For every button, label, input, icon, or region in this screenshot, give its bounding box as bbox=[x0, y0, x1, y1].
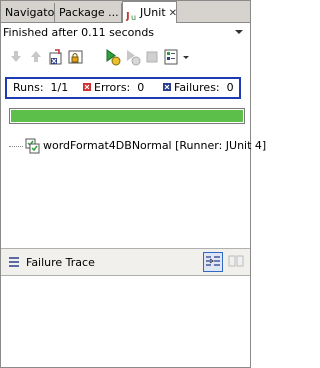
test-suite-passed-icon bbox=[25, 138, 40, 154]
runs-label: Runs: bbox=[13, 81, 44, 94]
errors-counter: Errors: 0 bbox=[83, 79, 144, 97]
tab-junit-label: JUnit bbox=[140, 6, 166, 19]
run-status-text: Finished after 0.11 seconds bbox=[3, 26, 155, 39]
filter-stack-icon bbox=[206, 256, 220, 266]
view-menu-icon[interactable] bbox=[234, 27, 244, 37]
stack-trace-icon bbox=[9, 257, 19, 267]
test-counters-panel: Runs: 1/1 Errors: 0 Failures: 0 bbox=[5, 77, 241, 99]
tab-package-explorer[interactable]: Package ... bbox=[55, 3, 122, 22]
progress-fill bbox=[11, 110, 243, 122]
next-failure-icon[interactable] bbox=[7, 48, 25, 66]
history-dropdown-icon[interactable] bbox=[181, 48, 191, 66]
errors-label: Errors: bbox=[94, 81, 131, 94]
errors-value: 0 bbox=[137, 81, 145, 94]
compare-result-button[interactable] bbox=[227, 252, 247, 272]
stop-icon[interactable] bbox=[143, 48, 161, 66]
previous-failure-icon[interactable] bbox=[27, 48, 45, 66]
test-progress-bar bbox=[9, 108, 245, 124]
runs-value: 1/1 bbox=[50, 81, 69, 94]
junit-icon: Ju bbox=[125, 7, 138, 22]
tab-package-label: Package ... bbox=[59, 6, 119, 19]
junit-view: Navigator Package ... Ju JUnit ✕ Finished… bbox=[0, 0, 266, 368]
test-run-history-icon[interactable] bbox=[163, 48, 181, 66]
filter-stack-trace-button[interactable] bbox=[203, 252, 223, 272]
view-tab-bar: Navigator Package ... Ju JUnit ✕ bbox=[1, 1, 250, 23]
svg-text:J: J bbox=[126, 11, 130, 21]
failures-label: Failures: bbox=[174, 81, 220, 94]
failure-trace-title: Failure Trace bbox=[26, 256, 95, 269]
rerun-failures-first-icon[interactable] bbox=[123, 48, 141, 66]
test-tree-item-label: wordFormat4DBNormal [Runner: JUnit 4] bbox=[43, 139, 267, 152]
failure-trace-header: Failure Trace bbox=[1, 249, 250, 276]
scroll-lock-icon[interactable] bbox=[67, 48, 85, 66]
tree-connector bbox=[9, 146, 23, 147]
svg-text:u: u bbox=[131, 13, 136, 21]
close-icon[interactable]: ✕ bbox=[169, 8, 176, 19]
runs-counter: Runs: 1/1 bbox=[13, 79, 68, 97]
tab-junit[interactable]: Ju JUnit ✕ bbox=[122, 1, 177, 23]
compare-icon bbox=[228, 255, 244, 267]
failure-icon bbox=[163, 83, 171, 91]
failures-value: 0 bbox=[226, 81, 234, 94]
tab-navigator[interactable]: Navigator bbox=[1, 3, 55, 22]
tab-navigator-label: Navigator bbox=[5, 6, 55, 19]
show-failures-only-icon[interactable] bbox=[47, 48, 65, 66]
rerun-test-icon[interactable] bbox=[103, 48, 121, 66]
failures-counter: Failures: 0 bbox=[163, 79, 234, 97]
error-icon bbox=[83, 83, 91, 91]
